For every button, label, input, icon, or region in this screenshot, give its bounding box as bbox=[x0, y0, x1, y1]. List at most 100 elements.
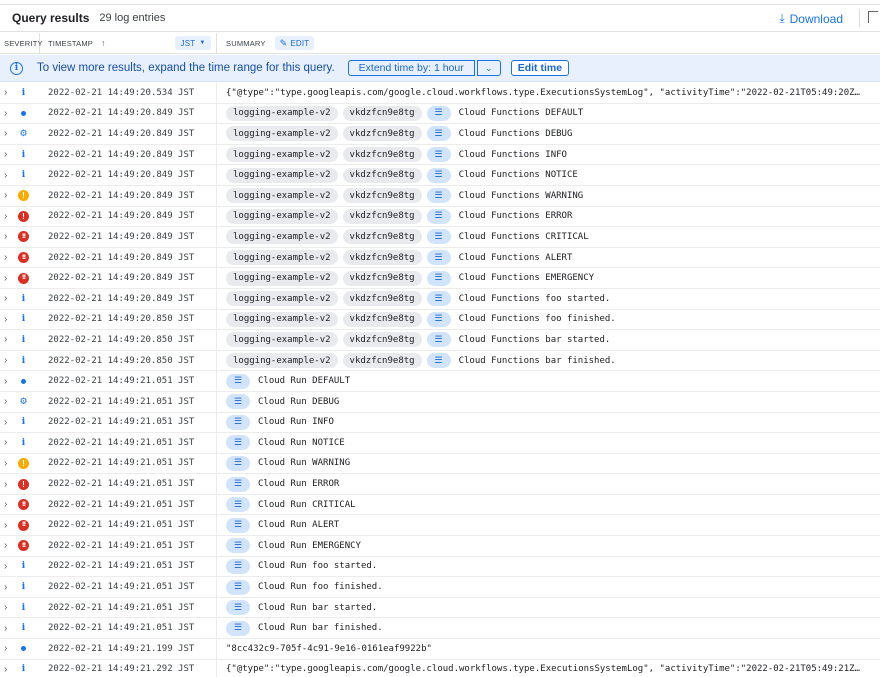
summary-field-chip[interactable]: vkdzfcn9e8tg bbox=[342, 167, 422, 183]
log-entry-row[interactable]: › i 2022-02-21 14:49:20.850 JST logging-exa… bbox=[0, 309, 880, 331]
expand-row-chevron-icon[interactable]: › bbox=[0, 582, 16, 593]
timestamp-column-header[interactable]: TIMESTAMP ↑ JST ▼ bbox=[40, 33, 217, 53]
log-entry-row[interactable]: ›! 2022-02-21 14:49:21.051 JST ☰ Cloud Run … bbox=[0, 453, 880, 475]
expand-icon[interactable] bbox=[868, 11, 878, 23]
expand-row-chevron-icon[interactable]: › bbox=[0, 540, 16, 551]
text-payload-icon[interactable]: ☰ bbox=[426, 250, 451, 266]
text-payload-icon[interactable]: ☰ bbox=[226, 373, 250, 389]
text-payload-icon[interactable]: ☰ bbox=[226, 558, 250, 574]
timezone-selector[interactable]: JST ▼ bbox=[175, 36, 211, 50]
text-payload-icon[interactable]: ☰ bbox=[226, 476, 250, 492]
summary-field-chip[interactable]: vkdzfcn9e8tg bbox=[342, 147, 422, 163]
expand-row-chevron-icon[interactable]: › bbox=[0, 87, 16, 98]
text-payload-icon[interactable]: ☰ bbox=[426, 105, 451, 121]
log-entry-row[interactable]: ›! 2022-02-21 14:49:20.849 JST logging-exa… bbox=[0, 206, 880, 228]
summary-field-chip[interactable]: logging-example-v2 bbox=[226, 208, 338, 224]
log-entry-row[interactable]: ›!!! 2022-02-21 14:49:21.051 JST ☰ Cloud Ru… bbox=[0, 536, 880, 557]
text-payload-icon[interactable]: ☰ bbox=[226, 435, 250, 451]
expand-row-chevron-icon[interactable]: › bbox=[0, 273, 16, 284]
log-entry-row[interactable]: › i 2022-02-21 14:49:20.534 JST {"@type":"t… bbox=[0, 83, 880, 104]
log-entry-row[interactable]: › i 2022-02-21 14:49:21.051 JST ☰ Cloud Run … bbox=[0, 412, 880, 434]
log-entry-row[interactable]: › i 2022-02-21 14:49:20.849 JST logging-exa… bbox=[0, 288, 880, 310]
text-payload-icon[interactable]: ☰ bbox=[226, 620, 250, 636]
edit-time-button[interactable]: Edit time bbox=[510, 60, 570, 76]
summary-field-chip[interactable]: vkdzfcn9e8tg bbox=[342, 105, 422, 121]
log-entry-row[interactable]: › ⚙ 2022-02-21 14:49:20.849 JST logging-exa… bbox=[0, 124, 880, 145]
summary-field-chip[interactable]: logging-example-v2 bbox=[226, 291, 338, 307]
expand-row-chevron-icon[interactable]: › bbox=[0, 128, 16, 139]
expand-row-chevron-icon[interactable]: › bbox=[0, 108, 16, 119]
summary-field-chip[interactable]: vkdzfcn9e8tg bbox=[342, 353, 422, 369]
expand-row-chevron-icon[interactable]: › bbox=[0, 602, 16, 613]
log-entry-row[interactable]: › i 2022-02-21 14:49:21.051 JST ☰ Cloud Run … bbox=[0, 577, 880, 598]
summary-field-chip[interactable]: logging-example-v2 bbox=[226, 167, 338, 183]
log-entry-row[interactable]: › i 2022-02-21 14:49:21.292 JST {"@type":"t… bbox=[0, 659, 880, 677]
summary-field-chip[interactable]: logging-example-v2 bbox=[226, 353, 338, 369]
expand-row-chevron-icon[interactable]: › bbox=[0, 396, 16, 407]
text-payload-icon[interactable]: ☰ bbox=[426, 126, 451, 142]
text-payload-icon[interactable]: ☰ bbox=[226, 497, 250, 513]
edit-summary-button[interactable]: ✎ EDIT bbox=[274, 36, 315, 50]
expand-row-chevron-icon[interactable]: › bbox=[0, 190, 16, 201]
text-payload-icon[interactable]: ☰ bbox=[226, 414, 250, 430]
expand-row-chevron-icon[interactable]: › bbox=[0, 252, 16, 263]
summary-field-chip[interactable]: logging-example-v2 bbox=[226, 311, 338, 327]
text-payload-icon[interactable]: ☰ bbox=[226, 579, 250, 595]
log-entry-row[interactable]: ›! 2022-02-21 14:49:21.051 JST ☰ Cloud Run … bbox=[0, 474, 880, 495]
summary-field-chip[interactable]: vkdzfcn9e8tg bbox=[342, 188, 422, 204]
text-payload-icon[interactable]: ☰ bbox=[226, 538, 250, 554]
log-entry-row[interactable]: ›!!! 2022-02-21 14:49:20.849 JST logging-e… bbox=[0, 247, 880, 269]
text-payload-icon[interactable]: ☰ bbox=[426, 332, 451, 348]
text-payload-icon[interactable]: ☰ bbox=[226, 455, 250, 471]
text-payload-icon[interactable]: ☰ bbox=[426, 188, 451, 204]
summary-field-chip[interactable]: vkdzfcn9e8tg bbox=[342, 250, 422, 266]
log-entry-row[interactable]: ›!!! 2022-02-21 14:49:21.051 JST ☰ Cloud Ru… bbox=[0, 515, 880, 537]
summary-field-chip[interactable]: logging-example-v2 bbox=[226, 270, 338, 286]
log-entry-row[interactable]: › 2022-02-21 14:49:20.849 JST logging-exam… bbox=[0, 103, 880, 125]
summary-field-chip[interactable]: vkdzfcn9e8tg bbox=[342, 311, 422, 327]
summary-field-chip[interactable]: vkdzfcn9e8tg bbox=[342, 332, 422, 348]
text-payload-icon[interactable]: ☰ bbox=[426, 167, 451, 183]
text-payload-icon[interactable]: ☰ bbox=[426, 208, 451, 224]
expand-row-chevron-icon[interactable]: › bbox=[0, 334, 16, 345]
expand-row-chevron-icon[interactable]: › bbox=[0, 561, 16, 572]
expand-row-chevron-icon[interactable]: › bbox=[0, 437, 16, 448]
log-entry-row[interactable]: ›!!! 2022-02-21 14:49:20.849 JST logging-e… bbox=[0, 227, 880, 248]
summary-field-chip[interactable]: logging-example-v2 bbox=[226, 229, 338, 245]
log-entry-row[interactable]: ›!!! 2022-02-21 14:49:21.051 JST ☰ Cloud Ru… bbox=[0, 494, 880, 516]
expand-row-chevron-icon[interactable]: › bbox=[0, 520, 16, 531]
log-entry-row[interactable]: › i 2022-02-21 14:49:21.051 JST ☰ Cloud Run … bbox=[0, 597, 880, 619]
expand-row-chevron-icon[interactable]: › bbox=[0, 643, 16, 654]
summary-field-chip[interactable]: vkdzfcn9e8tg bbox=[342, 229, 422, 245]
text-payload-icon[interactable]: ☰ bbox=[426, 353, 451, 369]
summary-field-chip[interactable]: logging-example-v2 bbox=[226, 126, 338, 142]
expand-row-chevron-icon[interactable]: › bbox=[0, 376, 16, 387]
expand-row-chevron-icon[interactable]: › bbox=[0, 355, 16, 366]
log-entry-row[interactable]: ›!!! 2022-02-21 14:49:20.849 JST logging-e… bbox=[0, 268, 880, 289]
expand-row-chevron-icon[interactable]: › bbox=[0, 293, 16, 304]
expand-row-chevron-icon[interactable]: › bbox=[0, 211, 16, 222]
severity-column-header[interactable]: SEVERITY bbox=[0, 33, 43, 53]
text-payload-icon[interactable]: ☰ bbox=[426, 229, 451, 245]
text-payload-icon[interactable]: ☰ bbox=[226, 600, 250, 616]
extend-time-dropdown[interactable]: ⌄ bbox=[476, 60, 501, 76]
sort-arrow-up-icon[interactable]: ↑ bbox=[101, 38, 106, 48]
text-payload-icon[interactable]: ☰ bbox=[426, 270, 451, 286]
extend-time-button[interactable]: Extend time by: 1 hour bbox=[347, 60, 475, 76]
text-payload-icon[interactable]: ☰ bbox=[226, 394, 250, 410]
expand-row-chevron-icon[interactable]: › bbox=[0, 623, 16, 634]
expand-row-chevron-icon[interactable]: › bbox=[0, 231, 16, 242]
text-payload-icon[interactable]: ☰ bbox=[226, 517, 250, 533]
log-entry-row[interactable]: › 2022-02-21 14:49:21.051 JST ☰ Cloud Run D… bbox=[0, 371, 880, 392]
summary-field-chip[interactable]: vkdzfcn9e8tg bbox=[342, 126, 422, 142]
expand-row-chevron-icon[interactable]: › bbox=[0, 458, 16, 469]
expand-row-chevron-icon[interactable]: › bbox=[0, 417, 16, 428]
log-entry-row[interactable]: › i 2022-02-21 14:49:21.051 JST ☰ Cloud Run … bbox=[0, 433, 880, 454]
text-payload-icon[interactable]: ☰ bbox=[426, 147, 451, 163]
log-entry-row[interactable]: › i 2022-02-21 14:49:20.850 JST logging-exa… bbox=[0, 350, 880, 372]
summary-field-chip[interactable]: logging-example-v2 bbox=[226, 105, 338, 121]
summary-field-chip[interactable]: vkdzfcn9e8tg bbox=[342, 291, 422, 307]
summary-field-chip[interactable]: logging-example-v2 bbox=[226, 188, 338, 204]
log-entry-row[interactable]: › ⚙ 2022-02-21 14:49:21.051 JST ☰ Cloud Run … bbox=[0, 391, 880, 413]
log-entry-row[interactable]: › i 2022-02-21 14:49:21.051 JST ☰ Cloud Run … bbox=[0, 556, 880, 578]
